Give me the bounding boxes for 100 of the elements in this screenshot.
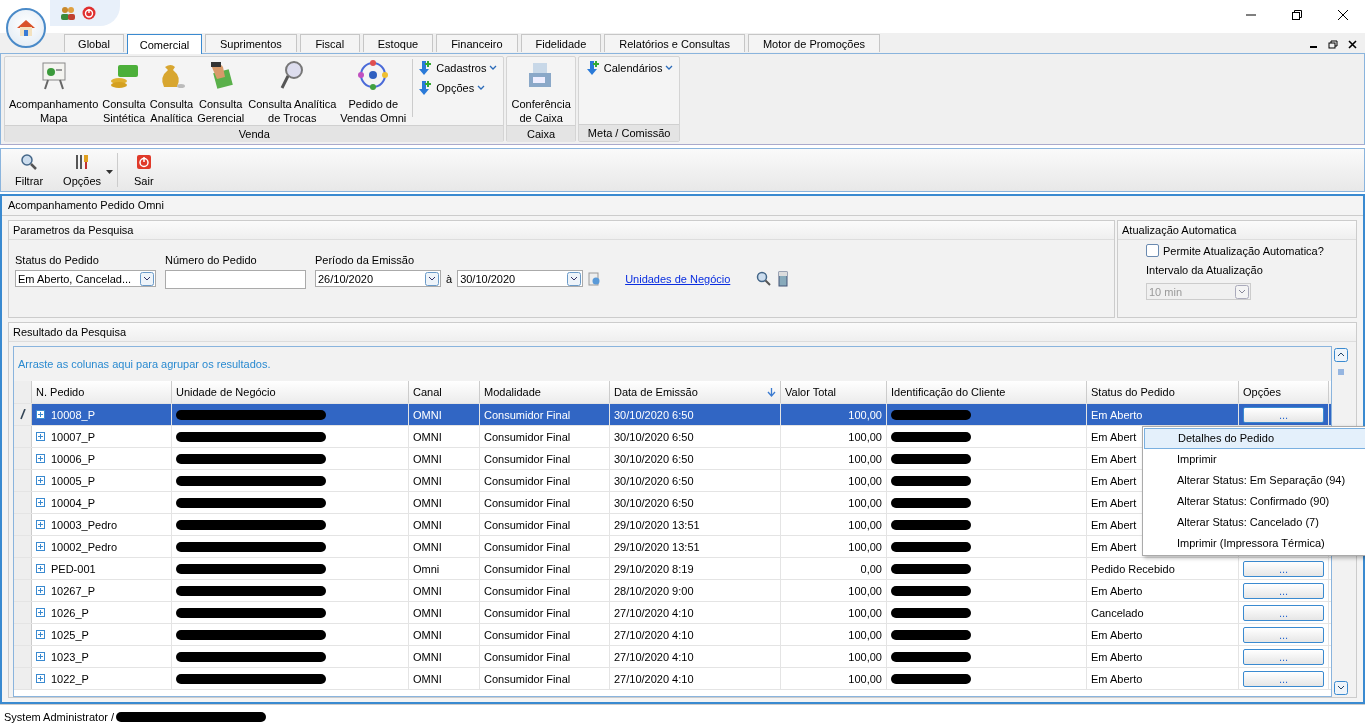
ribbon-button[interactable]: Consulta Analítica xyxy=(147,59,196,125)
table-cell: Consumidor Final xyxy=(484,540,571,553)
options-button[interactable]: ... xyxy=(1243,560,1324,577)
power-icon[interactable] xyxy=(82,6,96,20)
expand-icon[interactable] xyxy=(36,674,45,683)
date-picker[interactable]: 26/10/2020 xyxy=(315,270,441,287)
ribbon-tab[interactable]: Fidelidade xyxy=(520,34,602,52)
ribbon-button[interactable]: Consulta Analítica de Trocas xyxy=(246,59,339,125)
table-cell: 100,00 xyxy=(848,628,882,641)
table-cell: Consumidor Final xyxy=(484,672,571,685)
menu-item[interactable]: Detalhes do Pedido xyxy=(1144,428,1365,449)
expand-icon[interactable] xyxy=(36,608,45,617)
ribbon-button[interactable]: Conferência de Caixa xyxy=(509,59,573,125)
group-label: Caixa xyxy=(507,125,575,142)
ribbon-tab[interactable]: Motor de Promoções xyxy=(747,34,881,52)
chevron-down-icon xyxy=(477,85,486,91)
options-button[interactable]: ... xyxy=(1243,670,1324,687)
expand-icon[interactable] xyxy=(36,476,45,485)
expand-icon[interactable] xyxy=(36,520,45,529)
column-header[interactable]: Status do Pedido xyxy=(1087,381,1239,403)
table-cell: 100,00 xyxy=(848,452,882,465)
restore-icon[interactable] xyxy=(1291,9,1303,21)
expand-icon[interactable] xyxy=(36,586,45,595)
table-row[interactable]: 1022_P OMNI Consumidor Final 27/10/2020 4:10 100,00 Em Aberto ... xyxy=(14,668,1331,690)
table-cell: 10003_Pedro xyxy=(51,518,118,531)
expand-icon[interactable] xyxy=(36,432,45,441)
toolbar-button[interactable]: Opções xyxy=(53,149,112,191)
table-cell: 30/10/2020 6:50 xyxy=(614,408,694,421)
table-row[interactable]: 10267_P OMNI Consumidor Final 28/10/2020 9:00 100,00 Em Aberto ... xyxy=(14,580,1331,602)
options-button[interactable]: ... xyxy=(1243,406,1324,423)
toolbar-button[interactable]: Filtrar xyxy=(5,149,54,191)
table-cell: OMNI xyxy=(413,452,442,465)
column-header[interactable]: Modalidade xyxy=(480,381,610,403)
table-cell: OMNI xyxy=(413,408,442,421)
expand-icon[interactable] xyxy=(36,410,45,419)
users-icon[interactable] xyxy=(60,6,76,20)
table-cell: OMNI xyxy=(413,628,442,641)
table-row[interactable]: 10008_P OMNI Consumidor Final 30/10/2020 6:50 100,00 Em Aberto ... xyxy=(14,404,1331,426)
ribbon-tab[interactable]: Suprimentos xyxy=(205,34,297,52)
ribbon-tab[interactable]: Comercial xyxy=(127,34,202,54)
table-row[interactable]: PED-001 Omni Consumidor Final 29/10/2020 8:19 0,00 Pedido Recebido ... xyxy=(14,558,1331,580)
options-button[interactable]: ... xyxy=(1243,604,1324,621)
ribbon-button[interactable]: Consulta Gerencial xyxy=(195,59,247,125)
scroll-up-icon[interactable] xyxy=(1334,348,1348,362)
search-icon[interactable] xyxy=(756,270,773,287)
column-header[interactable]: N. Pedido xyxy=(32,381,172,403)
column-header[interactable]: Unidade de Negócio xyxy=(172,381,409,403)
column-header[interactable]: Opções xyxy=(1239,381,1329,403)
eraser-icon[interactable] xyxy=(776,270,791,287)
table-row[interactable]: 1023_P OMNI Consumidor Final 27/10/2020 4:10 100,00 Em Aberto ... xyxy=(14,646,1331,668)
expand-icon[interactable] xyxy=(36,542,45,551)
field-label: Período da Emissão xyxy=(315,253,416,267)
table-cell: Omni xyxy=(413,562,440,575)
date-picker[interactable]: 30/10/2020 xyxy=(457,270,584,287)
expand-icon[interactable] xyxy=(36,564,45,573)
ribbon-tab[interactable]: Global xyxy=(64,34,124,52)
table-cell: Em Aberto xyxy=(1091,628,1143,641)
toolbar-button[interactable]: Sair xyxy=(124,149,164,191)
ribbon-button[interactable]: Consulta Sintética xyxy=(100,59,148,125)
expand-icon[interactable] xyxy=(36,652,45,661)
expand-icon[interactable] xyxy=(36,630,45,639)
column-header[interactable]: Data de Emissão xyxy=(610,381,781,403)
table-row[interactable]: 1025_P OMNI Consumidor Final 27/10/2020 4:10 100,00 Em Aberto ... xyxy=(14,624,1331,646)
expand-icon[interactable] xyxy=(36,454,45,463)
column-header[interactable]: Identificação do Cliente xyxy=(887,381,1087,403)
pencil-icon xyxy=(19,409,26,420)
table-cell: 1022_P xyxy=(51,672,89,685)
home-button[interactable] xyxy=(6,8,46,48)
house-icon xyxy=(15,17,37,39)
ribbon-menu-button[interactable]: Opções xyxy=(417,80,498,96)
ribbon-button[interactable]: Acompanhamento Mapa xyxy=(7,59,101,125)
column-header[interactable]: Valor Total xyxy=(781,381,887,403)
arrow-down-plus-icon xyxy=(584,60,601,76)
row-indicator[interactable] xyxy=(14,404,32,425)
options-button[interactable]: ... xyxy=(1243,626,1324,643)
order-number-field[interactable] xyxy=(165,270,306,289)
ribbon-button[interactable]: Pedido de Vendas Omni xyxy=(338,59,409,125)
close-icon[interactable] xyxy=(1337,9,1349,21)
ribbon-tab[interactable]: Estoque xyxy=(362,34,434,52)
ribbon-tab[interactable]: Relatórios e Consultas xyxy=(604,34,745,52)
expand-icon[interactable] xyxy=(36,498,45,507)
ribbon-tab[interactable]: Fiscal xyxy=(299,34,360,52)
table-cell: 10007_P xyxy=(51,430,96,443)
status-dropdown[interactable]: Em Aberto, Cancelad... xyxy=(15,270,156,287)
scroll-down-icon[interactable] xyxy=(1334,681,1348,695)
ribbon-menu-button[interactable]: Calendários xyxy=(584,60,674,76)
column-header[interactable]: Canal xyxy=(409,381,480,403)
ribbon-tab[interactable]: Financeiro xyxy=(436,34,518,52)
table-cell: 100,00 xyxy=(848,584,882,597)
ribbon-menu-button[interactable]: Cadastros xyxy=(417,60,498,76)
document-refresh-icon[interactable] xyxy=(587,271,602,286)
business-units-link[interactable]: Unidades de Negócio xyxy=(625,272,731,285)
close-icon[interactable] xyxy=(1348,40,1357,49)
table-row[interactable]: 1026_P OMNI Consumidor Final 27/10/2020 4:10 100,00 Cancelado ... xyxy=(14,602,1331,624)
table-cell: 28/10/2020 9:00 xyxy=(614,584,694,597)
power-icon xyxy=(134,153,153,171)
options-button[interactable]: ... xyxy=(1243,648,1324,665)
restore-icon[interactable] xyxy=(1328,40,1338,49)
options-button[interactable]: ... xyxy=(1243,582,1324,599)
table-cell: Cancelado xyxy=(1091,606,1144,619)
